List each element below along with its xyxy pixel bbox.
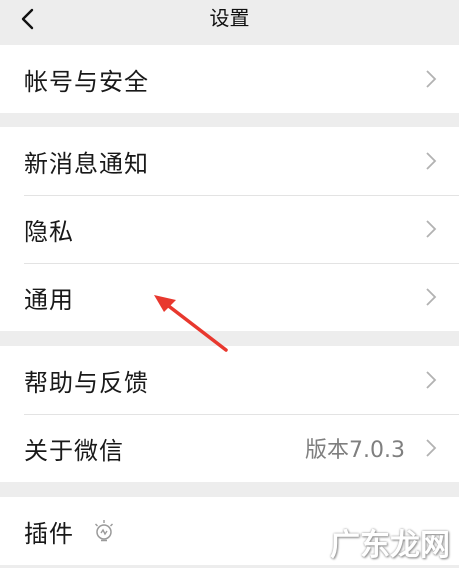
- chevron-right-icon: [426, 220, 437, 238]
- settings-item-account-security[interactable]: 帐号与安全: [0, 45, 459, 113]
- settings-item-label: 通用: [24, 285, 74, 314]
- nav-bar: 设置: [0, 0, 459, 40]
- settings-item-label: 关于微信: [24, 436, 124, 465]
- settings-group-account: 帐号与安全: [0, 45, 459, 113]
- settings-group-help: 帮助与反馈 关于微信 版本7.0.3: [0, 346, 459, 482]
- chevron-right-icon: [426, 152, 437, 170]
- settings-item-label: 帐号与安全: [24, 67, 149, 96]
- settings-item-label: 帮助与反馈: [24, 368, 149, 397]
- settings-item-label: 隐私: [24, 217, 74, 246]
- plugin-bulb-icon: [95, 520, 113, 542]
- annotation-arrow-icon: [154, 295, 228, 352]
- settings-item-label: 插件: [24, 519, 74, 548]
- chevron-right-icon: [426, 439, 437, 457]
- watermark: 广东龙网: [330, 528, 450, 563]
- chevron-right-icon: [426, 70, 437, 88]
- version-value: 版本7.0.3: [305, 438, 405, 463]
- page-title: 设置: [209, 6, 250, 30]
- settings-item-notifications[interactable]: 新消息通知: [0, 127, 459, 195]
- settings-item-privacy[interactable]: 隐私: [0, 195, 459, 263]
- settings-item-label: 新消息通知: [24, 149, 149, 178]
- chevron-right-icon: [426, 371, 437, 389]
- chevron-right-icon: [426, 288, 437, 306]
- settings-item-about-wechat[interactable]: 关于微信 版本7.0.3: [0, 414, 459, 482]
